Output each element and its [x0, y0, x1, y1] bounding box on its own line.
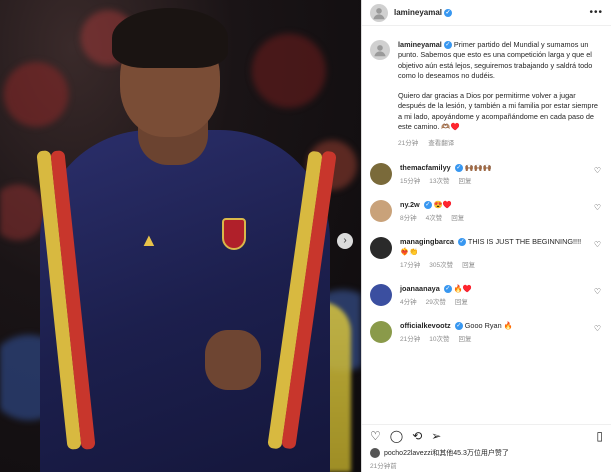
avatar[interactable] [370, 3, 388, 22]
comment-list: themacfamilyy ✓ 🙌🏾🙌🏾🙌🏾 15分钟 13次赞 回复 ♡ ny… [370, 162, 603, 345]
comment-item: joanaanaya ✓ 🔥♥️ 4分钟 29次赞 回复 ♡ [370, 283, 603, 308]
comment-body: themacfamilyy ✓ 🙌🏾🙌🏾🙌🏾 15分钟 13次赞 回复 [400, 163, 585, 187]
verified-icon: ✓ [457, 237, 466, 246]
comment-username[interactable]: officialkevootz [400, 321, 451, 330]
comment-meta: 8分钟 4次赞 回复 [400, 214, 585, 224]
verified-icon: ✓ [454, 163, 463, 172]
comment-likes[interactable]: 29次赞 [426, 298, 446, 308]
avatar[interactable] [370, 199, 392, 222]
avatar[interactable] [370, 320, 392, 343]
reply-button[interactable]: 回复 [462, 261, 475, 271]
reply-button[interactable]: 回复 [451, 214, 464, 224]
post-viewer: ▲ › lamineyamal ✓ ••• lamineyamal ✓ Primer… [0, 0, 611, 472]
share-icon[interactable]: ➢ [431, 429, 441, 443]
caption-username[interactable]: lamineyamal [398, 40, 442, 49]
comment-likes[interactable]: 305次赞 [429, 261, 453, 271]
like-comment-icon[interactable]: ♡ [594, 203, 601, 212]
avatar[interactable] [370, 236, 392, 259]
repost-icon[interactable]: ⟲ [412, 429, 422, 443]
comment-item: themacfamilyy ✓ 🙌🏾🙌🏾🙌🏾 15分钟 13次赞 回复 ♡ [370, 162, 603, 187]
comment-item: officialkevootz ✓ Gooo Ryan 🔥 21分钟 10次赞 … [370, 320, 603, 345]
caption-meta: 21分钟 查看翻译 [398, 139, 598, 149]
verified-icon: ✓ [443, 284, 452, 293]
comment-username[interactable]: managingbarca [400, 237, 454, 246]
comment-likes[interactable]: 10次赞 [429, 335, 449, 345]
comment-icon[interactable]: ◯ [390, 429, 403, 443]
header-username[interactable]: lamineyamal ✓ [394, 8, 453, 17]
caption-time: 21分钟 [398, 140, 419, 148]
post-header: lamineyamal ✓ ••• [362, 0, 611, 26]
comment-likes[interactable]: 4次赞 [426, 214, 443, 224]
comment-body: managingbarca ✓ THIS IS JUST THE BEGINNI… [400, 237, 585, 271]
avatar[interactable] [370, 283, 392, 306]
bookmark-icon[interactable]: ▯ [596, 429, 603, 443]
comment-username[interactable]: ny.2w [400, 200, 420, 209]
translate-link[interactable]: 查看翻译 [428, 139, 454, 149]
comments-scroll[interactable]: lamineyamal ✓ Primer partido del Mundial … [362, 26, 611, 424]
next-image-button[interactable]: › [337, 233, 353, 249]
comment-body: joanaanaya ✓ 🔥♥️ 4分钟 29次赞 回复 [400, 284, 585, 308]
avatar [370, 448, 380, 458]
comment-time: 4分钟 [400, 298, 417, 306]
comment-item: managingbarca ✓ THIS IS JUST THE BEGINNI… [370, 236, 603, 271]
reply-button[interactable]: 回复 [455, 298, 468, 308]
action-bar: ♡ ◯ ⟲ ➢ ▯ [362, 424, 611, 446]
comment-time: 15分钟 [400, 177, 421, 185]
liked-by[interactable]: pocho22lavezzi和其他45.3万位用户赞了 [362, 446, 611, 458]
verified-icon: ✓ [444, 8, 453, 17]
caption-text: lamineyamal ✓ Primer partido del Mundial … [398, 40, 598, 150]
reply-button[interactable]: 回复 [458, 335, 471, 345]
comment-time: 17分钟 [400, 261, 421, 269]
comment-meta: 17分钟 305次赞 回复 [400, 261, 585, 271]
verified-icon: ✓ [443, 41, 452, 50]
caption-paragraph-2: Quiero dar gracias a Dios por permitirme… [398, 91, 598, 132]
adidas-logo-icon: ▲ [140, 230, 158, 250]
more-icon[interactable]: ••• [589, 7, 603, 18]
comment-username[interactable]: joanaanaya [400, 284, 440, 293]
reply-button[interactable]: 回复 [458, 177, 471, 187]
comment-text: 🔥♥️ [453, 283, 472, 293]
comment-likes[interactable]: 13次赞 [429, 177, 449, 187]
post-sidebar: lamineyamal ✓ ••• lamineyamal ✓ Primer par… [361, 0, 611, 472]
user-icon [373, 7, 385, 19]
like-comment-icon[interactable]: ♡ [594, 287, 601, 296]
user-icon [374, 45, 386, 57]
federation-crest-icon [222, 218, 246, 250]
avatar[interactable] [370, 40, 390, 60]
comment-meta: 15分钟 13次赞 回复 [400, 177, 585, 187]
post-time: 21分钟前 [370, 463, 397, 470]
player-hand [205, 330, 261, 390]
comment-item: ny.2w ✓ 😍♥️ 8分钟 4次赞 回复 ♡ [370, 199, 603, 224]
post-photo[interactable]: ▲ › [0, 0, 361, 472]
like-comment-icon[interactable]: ♡ [594, 166, 601, 175]
verified-icon: ✓ [454, 321, 463, 330]
like-comment-icon[interactable]: ♡ [594, 240, 601, 249]
comment-text: 😍♥️ [433, 199, 452, 209]
verified-icon: ✓ [423, 200, 432, 209]
player-hair [112, 8, 228, 68]
comment-text: 🙌🏾🙌🏾🙌🏾 [464, 162, 493, 172]
post-caption: lamineyamal ✓ Primer partido del Mundial … [370, 40, 603, 150]
comment-time: 8分钟 [400, 214, 417, 222]
comment-text: Gooo Ryan 🔥 [464, 320, 513, 330]
comment-username[interactable]: themacfamilyy [400, 163, 451, 172]
liked-by-text: pocho22lavezzi和其他45.3万位用户赞了 [384, 450, 509, 457]
heart-icon[interactable]: ♡ [370, 429, 381, 443]
comment-meta: 21分钟 10次赞 回复 [400, 335, 585, 345]
comment-body: officialkevootz ✓ Gooo Ryan 🔥 21分钟 10次赞 … [400, 321, 585, 345]
avatar[interactable] [370, 162, 392, 185]
comment-meta: 4分钟 29次赞 回复 [400, 298, 585, 308]
comment-body: ny.2w ✓ 😍♥️ 8分钟 4次赞 回复 [400, 200, 585, 224]
comment-time: 21分钟 [400, 335, 421, 343]
like-comment-icon[interactable]: ♡ [594, 324, 601, 333]
